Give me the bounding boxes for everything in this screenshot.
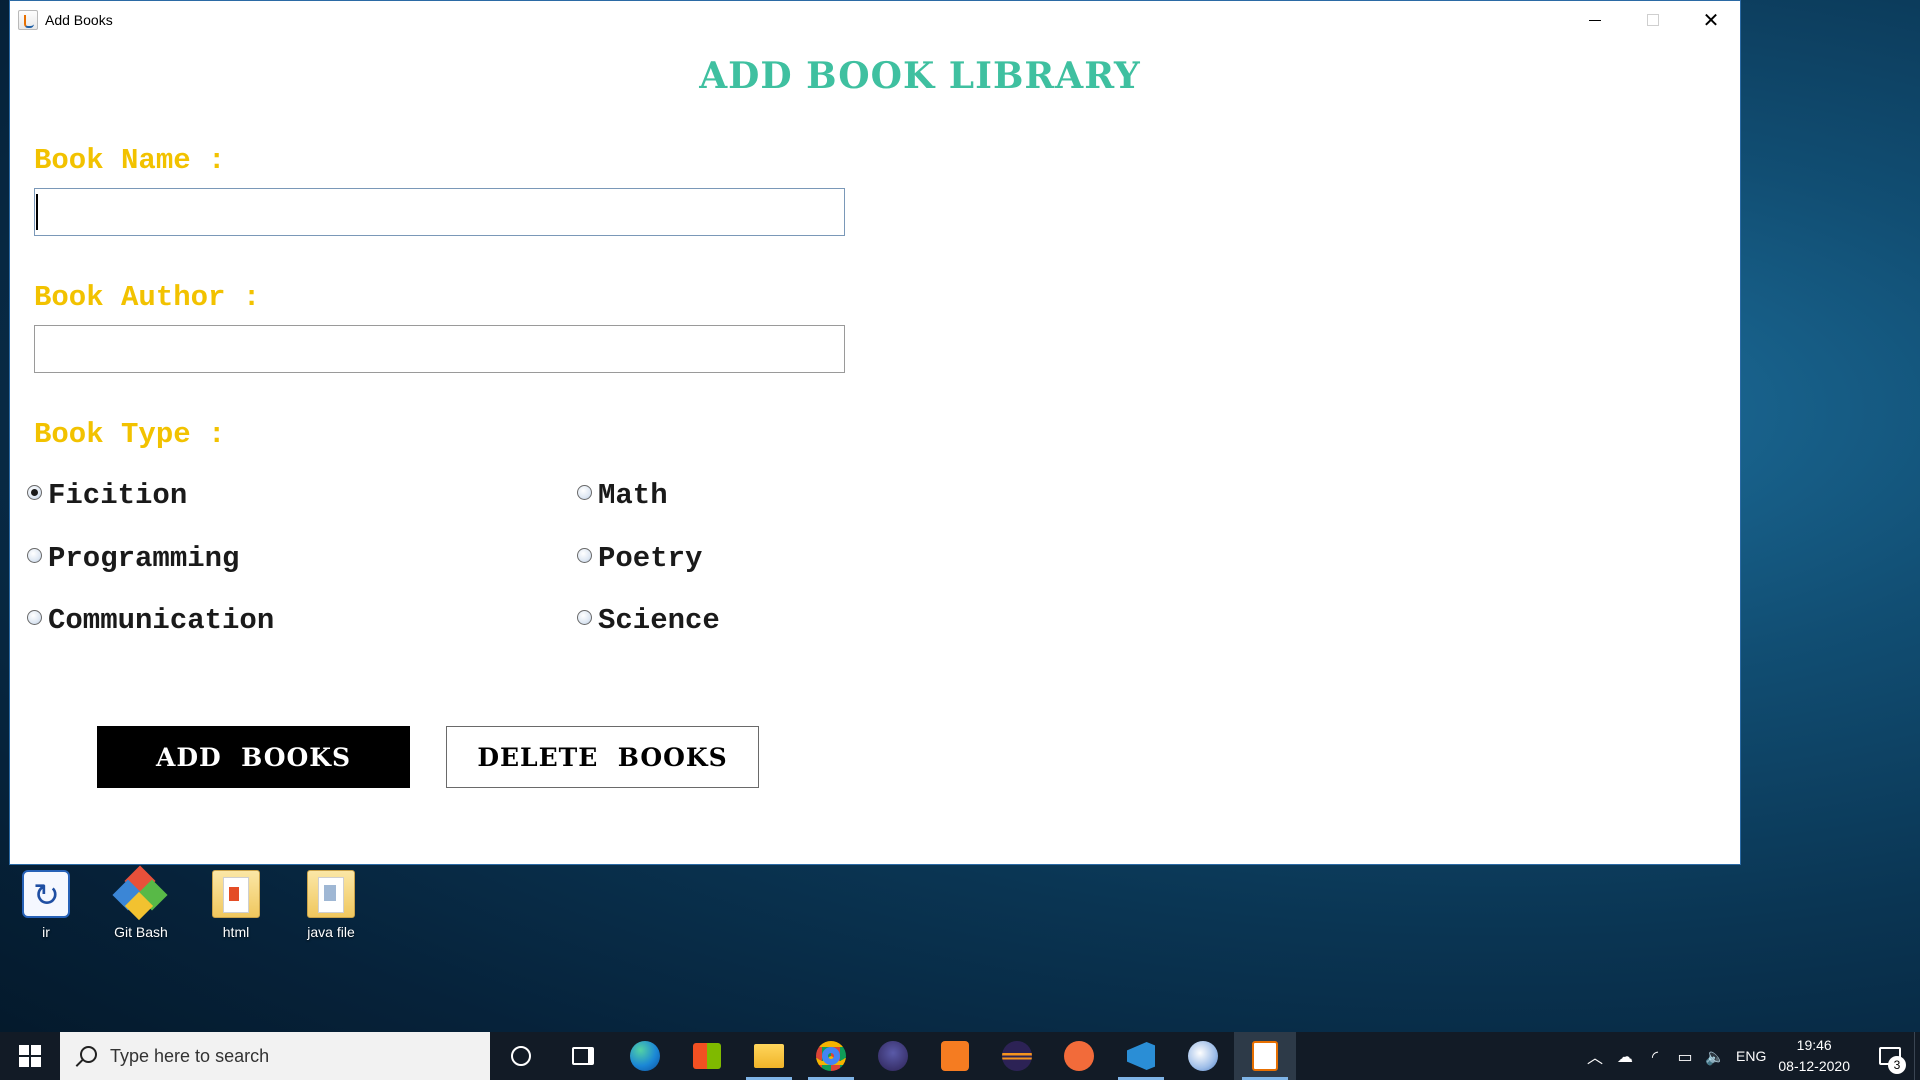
file-explorer-icon [754,1044,784,1068]
cortana-button[interactable] [490,1032,552,1080]
radio-label: Math [598,479,668,512]
book-author-input[interactable] [34,325,845,373]
task-view-button[interactable] [552,1032,614,1080]
maximize-button[interactable] [1624,1,1682,39]
show-hidden-icons-button[interactable]: ︿ [1580,1032,1610,1080]
task-view-icon [572,1047,594,1065]
clock-time: 19:46 [1796,1037,1832,1053]
radio-label: Science [598,604,720,637]
ir-icon [22,870,70,918]
radio-science[interactable]: Science [577,604,720,637]
taskbar-app-eclipse[interactable] [862,1032,924,1080]
sublime-text-icon [941,1041,969,1071]
cortana-icon [511,1046,531,1066]
book-name-label: Book Name : [34,144,226,177]
radio-poetry[interactable]: Poetry [577,542,702,575]
book-type-label: Book Type : [34,418,226,451]
taskbar-app-chrome[interactable] [800,1032,862,1080]
text-caret [36,194,38,230]
close-button[interactable]: ✕ [1682,1,1740,39]
radio-label: Programming [48,542,240,575]
eclipse-icon [878,1041,908,1071]
taskbar-app-postman[interactable] [1048,1032,1110,1080]
taskbar-app-paint[interactable] [1172,1032,1234,1080]
window-title: Add Books [45,12,113,28]
taskbar-app-edge[interactable] [614,1032,676,1080]
taskbar-app-vscode[interactable] [1110,1032,1172,1080]
book-author-label: Book Author : [34,281,261,314]
radio-unchecked-icon [577,485,592,500]
minimize-button[interactable] [1566,1,1624,39]
radio-unchecked-icon [27,610,42,625]
java-app-icon [18,10,38,30]
windows-logo-icon [19,1045,41,1067]
eclipse-ee-icon [1002,1041,1032,1071]
git-bash-icon [112,865,168,921]
minimize-icon [1589,19,1601,21]
radio-checked-icon [27,485,42,500]
desktop-icon-label: java file [307,924,355,940]
clock[interactable]: 19:46 08-12-2020 [1778,1035,1850,1077]
volume-icon[interactable]: 🔈 [1700,1032,1730,1080]
search-placeholder: Type here to search [110,1045,270,1066]
chrome-icon [816,1041,846,1071]
taskbar-app-store[interactable] [676,1032,738,1080]
radio-label: Ficition [48,479,188,512]
folder-icon [307,870,355,918]
desktop-icon-label: Git Bash [114,924,168,940]
radio-communication[interactable]: Communication [27,604,274,637]
radio-unchecked-icon [577,548,592,563]
close-icon: ✕ [1702,8,1720,32]
desktop-icon-git-bash[interactable]: Git Bash [101,865,181,940]
clock-date: 08-12-2020 [1778,1058,1850,1074]
radio-programming[interactable]: Programming [27,542,239,575]
page-title: ADD BOOK LIBRARY [699,55,1141,97]
store-icon [693,1043,721,1069]
java-icon [1252,1041,1278,1071]
radio-math[interactable]: Math [577,479,668,512]
taskbar-app-eclipse-ee[interactable] [986,1032,1048,1080]
maximize-icon [1647,14,1659,26]
desktop-icon-ir[interactable]: ir [6,870,86,940]
taskbar-search[interactable]: Type here to search [60,1032,490,1080]
desktop-icon-java-file[interactable]: java file [291,870,371,940]
radio-ficition[interactable]: Ficition [27,479,187,512]
delete-books-button[interactable]: DELETE BOOKS [446,726,759,788]
action-center-button[interactable]: 3 [1866,1032,1914,1080]
chevron-up-icon: ︿ [1587,1048,1604,1067]
search-icon [74,1045,97,1067]
radio-unchecked-icon [27,548,42,563]
add-books-button[interactable]: ADD BOOKS [97,726,410,788]
radio-unchecked-icon [577,610,592,625]
taskbar-app-java[interactable] [1234,1032,1296,1080]
battery-icon[interactable]: ▭ [1670,1032,1700,1080]
onedrive-error-icon[interactable]: ☁ [1610,1032,1640,1080]
notification-count-badge: 3 [1888,1056,1906,1074]
taskbar-app-file-explorer[interactable] [738,1032,800,1080]
folder-icon [212,870,260,918]
desktop-icon-label: html [222,924,250,940]
desktop-icon-label: ir [42,924,50,940]
wifi-icon[interactable]: ◜ [1640,1032,1670,1080]
app-window: Add Books ✕ ADD BOOK LIBRARY Book Name :… [9,0,1741,865]
title-bar[interactable]: Add Books ✕ [10,1,1740,39]
language-indicator[interactable]: ENG [1736,1048,1766,1064]
paint-icon [1188,1041,1218,1071]
radio-label: Poetry [598,542,703,575]
taskbar-app-sublime[interactable] [924,1032,986,1080]
postman-icon [1064,1041,1094,1071]
show-desktop-button[interactable] [1914,1032,1920,1080]
vscode-icon [1127,1042,1155,1070]
edge-icon [630,1041,660,1071]
taskbar: Type here to search ︿ ☁ ◜ ▭ 🔈 ENG 19:46 … [0,1032,1920,1080]
book-name-input[interactable] [34,188,845,236]
desktop-icon-html[interactable]: html [196,870,276,940]
system-tray: ︿ ☁ ◜ ▭ 🔈 ENG 19:46 08-12-2020 3 [1580,1032,1920,1080]
radio-label: Communication [48,604,275,637]
start-button[interactable] [0,1032,60,1080]
